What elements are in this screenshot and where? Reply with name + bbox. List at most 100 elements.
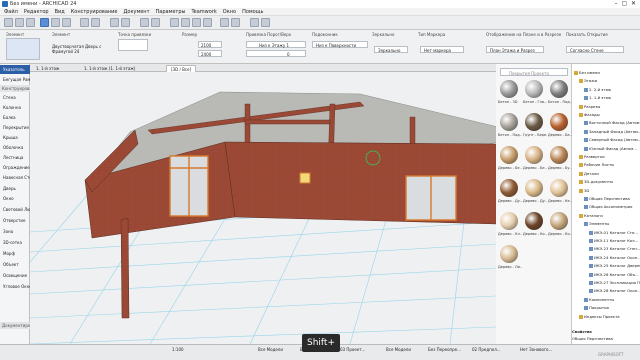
anchor-dropdown[interactable]: Низ к Этажу 1	[246, 41, 306, 48]
tool-roof[interactable]: Крыша	[0, 133, 30, 142]
navigator-item[interactable]: Южный Фасад (Автом...	[572, 146, 640, 151]
tool-column[interactable]: Колонна	[0, 103, 30, 112]
properties-header[interactable]: Свойства	[572, 329, 640, 334]
surface-swatch[interactable]	[550, 80, 568, 98]
navigator-item[interactable]: Восточный Фасад (Автом...	[572, 120, 640, 126]
navigator-item[interactable]: ИКЭ-24 Каталог Окон...	[572, 255, 640, 260]
tool-door[interactable]: Дверь	[0, 184, 30, 193]
tool-zone[interactable]: Зона	[0, 227, 30, 236]
surface-swatch[interactable]	[500, 113, 518, 131]
navigator-item[interactable]: Покрытия	[572, 305, 640, 311]
navigator-item[interactable]: ИКЭ-23 Каталог Стен...	[572, 246, 640, 252]
navigator-item[interactable]: Детали	[572, 171, 640, 176]
surface-swatch[interactable]	[525, 146, 543, 164]
height-field[interactable]: 2400	[198, 50, 222, 57]
menu-teamwork[interactable]: Teamwork	[191, 9, 216, 15]
tool-railing[interactable]: Ограждение	[0, 163, 30, 172]
menu-window[interactable]: Окно	[223, 9, 236, 15]
tool-corner-window[interactable]: Угловое Окно	[0, 282, 30, 291]
navigator-item[interactable]: 3D-документы	[572, 179, 640, 185]
status-zone[interactable]: Нет Зонового...	[520, 347, 552, 352]
surfaces-search-input[interactable]: Покрытия Проекта	[500, 68, 568, 76]
surface-swatch[interactable]	[525, 80, 543, 98]
tab-floor-1-alt[interactable]: 1. 1-й этаж (1. 1-й этаж)	[80, 65, 139, 72]
render-icon[interactable]	[220, 18, 229, 27]
status-renovation[interactable]: 02 Предпол...	[472, 347, 501, 352]
open-layer-dropdown[interactable]: Согласно Стене	[566, 46, 624, 53]
toolbox-design-header[interactable]: Конструирование	[0, 85, 30, 92]
navigator-item[interactable]: Фасады	[572, 112, 640, 117]
surface-swatch[interactable]	[525, 179, 543, 197]
navigator-item[interactable]: Компоненты	[572, 297, 640, 302]
navigator-item[interactable]: Общая Перспектива	[572, 196, 640, 201]
tool-opening[interactable]: Отверстие	[0, 216, 30, 225]
redo-icon[interactable]	[151, 18, 160, 27]
tool-wall[interactable]: Стена	[0, 93, 30, 102]
status-model[interactable]: Все Модели	[386, 347, 411, 352]
menu-options[interactable]: Параметры	[156, 9, 186, 15]
door-thumbnail-icon[interactable]	[6, 38, 40, 60]
display-dropdown[interactable]: План Этажа и Разрез	[486, 46, 544, 53]
navigator-item[interactable]: ИКЭ-27 Экспликация П...	[572, 280, 640, 285]
surface-swatch[interactable]	[500, 245, 518, 263]
surface-swatch[interactable]	[500, 179, 518, 197]
surface-swatch[interactable]	[550, 212, 568, 230]
navigator-item[interactable]: 3D	[572, 188, 640, 193]
surface-swatch[interactable]	[525, 113, 543, 131]
tool-slab[interactable]: Перекрытие	[0, 123, 30, 132]
guide-line-icon[interactable]	[121, 18, 130, 27]
mirror-toggle[interactable]: Зеркально	[374, 46, 408, 53]
arrow-tool-icon[interactable]	[40, 18, 49, 27]
tool-lamp[interactable]: Освещение	[0, 271, 30, 280]
tab-floor-1[interactable]: 1. 1-й этаж	[32, 65, 64, 72]
menu-design[interactable]: Конструирование	[71, 9, 118, 15]
cursor-icon[interactable]	[110, 18, 119, 27]
magic-wand-icon[interactable]	[62, 18, 71, 27]
tool-skylight[interactable]: Световой Люк	[0, 205, 30, 214]
3d-view-icon[interactable]	[181, 18, 190, 27]
toolbox-document-header[interactable]: Документирование	[0, 322, 30, 329]
surface-swatch[interactable]	[500, 80, 518, 98]
gravity-icon[interactable]	[91, 18, 100, 27]
status-layer-combo[interactable]: Все Модели	[258, 347, 283, 352]
tool-beam[interactable]: Балка	[0, 113, 30, 122]
tool-window[interactable]: Окно	[0, 194, 30, 203]
menu-edit[interactable]: Редактор	[24, 9, 49, 15]
navigator-item[interactable]: Западный Фасад (Автом...	[572, 129, 640, 134]
save-icon[interactable]	[26, 18, 35, 27]
menu-document[interactable]: Документ	[124, 9, 150, 15]
surface-swatch[interactable]	[525, 212, 543, 230]
tool-stair[interactable]: Лестница	[0, 153, 30, 162]
3d-model-canvas[interactable]	[30, 72, 496, 344]
surface-swatch[interactable]	[550, 113, 568, 131]
anchor-value-field[interactable]: 0	[246, 50, 306, 57]
tool-morph[interactable]: Морф	[0, 249, 30, 258]
status-override[interactable]: Без Переопре...	[428, 347, 461, 352]
layers-icon[interactable]	[231, 18, 240, 27]
menu-help[interactable]: Помощь	[242, 9, 263, 15]
surface-swatch[interactable]	[500, 212, 518, 230]
3d-viewport[interactable]	[30, 72, 496, 344]
navigator-item[interactable]: Без имени	[572, 70, 640, 75]
open-file-icon[interactable]	[15, 18, 24, 27]
element-name[interactable]: Двустворчатая Дверь с Фрамугой 24	[52, 44, 110, 54]
menu-view[interactable]: Вид	[55, 9, 65, 15]
navigator-item[interactable]: 2. 2-й этаж	[572, 87, 640, 92]
floor-plan-icon[interactable]	[170, 18, 179, 27]
tool-marquee[interactable]: Бегущая Рамка	[0, 75, 30, 84]
navigator-item[interactable]: Рабочие Листы	[572, 162, 640, 168]
surface-swatch[interactable]	[500, 146, 518, 164]
surface-swatch[interactable]	[550, 179, 568, 197]
navigator-item[interactable]: Элементы	[572, 221, 640, 227]
navigator-item[interactable]: Северный Фасад (Автом...	[572, 137, 640, 143]
surface-swatch[interactable]	[550, 146, 568, 164]
tool-object[interactable]: Объект	[0, 260, 30, 269]
new-file-icon[interactable]	[4, 18, 13, 27]
tool-pointer[interactable]: Указатель	[0, 65, 30, 74]
menu-file[interactable]: Файл	[4, 9, 18, 15]
section-icon[interactable]	[192, 18, 201, 27]
navigator-item[interactable]: Развертки	[572, 154, 640, 159]
navigator-item[interactable]: ИКЭ-25 Каталог Дверей	[572, 263, 640, 269]
tool-curtain-wall[interactable]: Навесная Стена	[0, 173, 30, 182]
navigator-item[interactable]: ИКЭ-01 Каталог Сте...	[572, 230, 640, 235]
